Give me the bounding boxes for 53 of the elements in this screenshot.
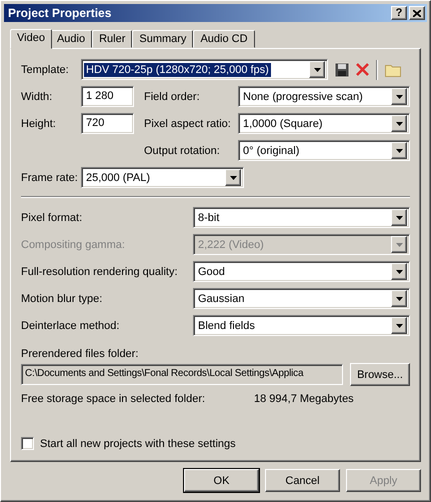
field-order-dropdown[interactable]: None (progressive scan) — [238, 86, 410, 107]
folder-path-field[interactable]: C:\Documents and Settings\Fonal Records\Local Settings\Applica — [21, 364, 343, 385]
dropdown-arrow-icon — [396, 148, 402, 152]
setting-label: Deinterlace method: — [21, 320, 120, 332]
output-rotation-dropdown[interactable]: 0° (original) — [238, 140, 410, 161]
help-button[interactable]: ? — [391, 6, 407, 20]
setting-label: Pixel format: — [21, 212, 84, 224]
height-label: Height: — [21, 118, 57, 130]
pixel-aspect-ratio-dropdown[interactable]: 1,0000 (Square) — [238, 113, 410, 134]
folder-label: Prerendered files folder: — [21, 348, 138, 360]
delete-icon[interactable] — [356, 63, 369, 76]
template-label: Template: — [21, 64, 70, 76]
checkbox[interactable] — [21, 437, 34, 450]
dropdown-arrow-icon — [396, 242, 402, 246]
setting-dropdown[interactable]: Good — [193, 261, 410, 282]
dropdown-arrow-icon — [396, 94, 402, 98]
dropdown-arrow-icon — [396, 296, 402, 300]
close-icon — [413, 10, 421, 16]
setting-dropdown[interactable]: 8-bit — [193, 207, 410, 228]
frame-rate-dropdown[interactable]: 25,000 (PAL) — [81, 167, 244, 188]
free-storage-label: Free storage space in selected folder: — [21, 393, 206, 405]
dropdown-arrow-icon — [396, 270, 402, 274]
dialog-button[interactable]: Cancel — [265, 469, 340, 492]
tab[interactable]: Summary — [132, 30, 194, 48]
field-order-label: Field order: — [144, 90, 201, 102]
tab[interactable]: Video — [10, 29, 52, 49]
dropdown-arrow-icon — [396, 122, 402, 126]
template-dropdown[interactable]: HDV 720-25p (1280x720; 25,000 fps) — [81, 59, 328, 80]
setting-label: Motion blur type: — [21, 292, 104, 304]
save-icon[interactable] — [335, 62, 349, 76]
tab[interactable]: Audio CD — [193, 30, 255, 48]
close-button[interactable] — [409, 6, 425, 20]
dialog-button[interactable]: OK — [184, 469, 259, 492]
output-rotation-label: Output rotation: — [144, 144, 221, 156]
dropdown-arrow-icon — [396, 216, 402, 220]
free-storage-value: 18 994,7 Megabytes — [254, 393, 354, 405]
pixel-aspect-ratio-label: Pixel aspect ratio: — [144, 118, 232, 130]
dropdown-arrow-icon — [314, 68, 320, 72]
setting-label: Full-resolution rendering quality: — [21, 266, 179, 278]
tab[interactable]: Audio — [50, 30, 92, 48]
setting-dropdown[interactable]: Gaussian — [193, 288, 410, 309]
frame-rate-label: Frame rate: — [21, 172, 79, 184]
setting-dropdown[interactable]: Blend fields — [193, 315, 410, 336]
tab[interactable]: Ruler — [92, 30, 132, 48]
browse-button[interactable]: Browse... — [350, 363, 410, 386]
width-input[interactable]: 1 280 — [81, 86, 134, 107]
width-label: Width: — [21, 90, 54, 102]
checkbox-label: Start all new projects with these settings — [40, 438, 236, 450]
dropdown-arrow-icon — [230, 176, 236, 180]
dropdown-arrow-icon — [396, 324, 402, 328]
height-input[interactable]: 720 — [81, 113, 134, 134]
setting-label: Compositing gamma: — [21, 238, 126, 250]
window-title: Project Properties — [8, 6, 112, 20]
